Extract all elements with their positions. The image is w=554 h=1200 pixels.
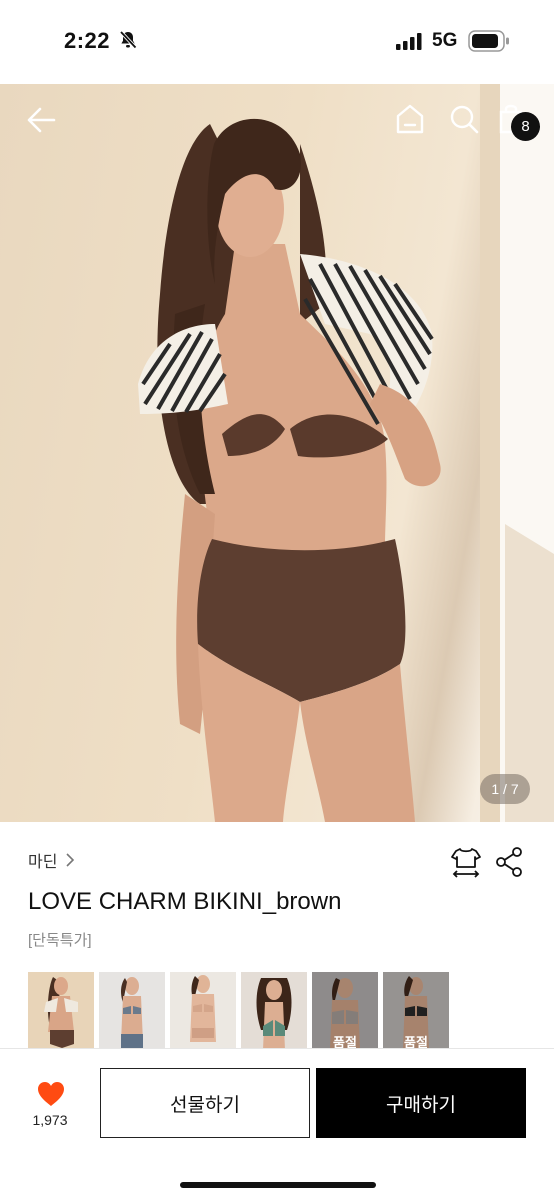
brand-link[interactable]: 마딘	[28, 848, 75, 872]
share-button[interactable]	[494, 846, 524, 878]
size-guide-button[interactable]	[449, 846, 483, 880]
search-button[interactable]	[446, 101, 482, 137]
chevron-right-icon	[66, 853, 75, 867]
thumbnail-4[interactable]	[241, 972, 307, 1050]
heart-icon	[38, 1082, 64, 1106]
brand-name: 마딘	[28, 854, 58, 871]
status-bar: 2:22 5G	[0, 0, 554, 84]
home-indicator	[180, 1182, 376, 1188]
thumbnail-strip: 품절 품절	[28, 972, 449, 1050]
signal-bars-icon	[396, 33, 422, 50]
product-main-photo	[138, 84, 554, 822]
buy-button[interactable]: 구매하기	[316, 1068, 526, 1138]
size-guide-icon	[451, 848, 481, 878]
network-label: 5G	[432, 30, 458, 51]
arrow-left-icon	[27, 107, 56, 133]
home-icon	[396, 104, 424, 134]
gallery-page-indicator: 1 / 7	[480, 774, 530, 804]
battery-icon	[468, 30, 509, 52]
status-time: 2:22	[64, 28, 111, 53]
product-tag: [단독특가]	[28, 932, 92, 949]
thumbnail-image	[99, 972, 165, 1050]
thumbnail-1[interactable]	[28, 972, 94, 1050]
bell-slash-icon	[119, 30, 137, 49]
thumbnail-image	[28, 972, 94, 1050]
thumbnail-5[interactable]: 품절	[312, 972, 378, 1050]
product-image-gallery[interactable]: 1 / 7	[0, 84, 554, 822]
home-button[interactable]	[392, 101, 428, 137]
like-count: 1,973	[32, 1112, 68, 1128]
thumbnail-3[interactable]	[170, 972, 236, 1050]
like-button[interactable]: 1,973	[20, 1078, 80, 1138]
thumbnail-2[interactable]	[99, 972, 165, 1050]
cart-count-badge: 8	[511, 112, 540, 141]
product-detail-screen: 2:22 5G 1 / 7 8 마딘 LOVE CHARM BIKINI_bro…	[0, 0, 554, 1200]
gift-button[interactable]: 선물하기	[100, 1068, 310, 1138]
thumbnail-image	[170, 972, 236, 1050]
top-navigation	[0, 84, 554, 156]
back-button[interactable]	[24, 102, 60, 138]
search-icon	[450, 105, 479, 134]
thumbnail-6[interactable]: 품절	[383, 972, 449, 1050]
product-title: LOVE CHARM BIKINI_brown	[28, 888, 342, 915]
thumbnail-image	[241, 972, 307, 1050]
share-icon	[496, 847, 522, 877]
